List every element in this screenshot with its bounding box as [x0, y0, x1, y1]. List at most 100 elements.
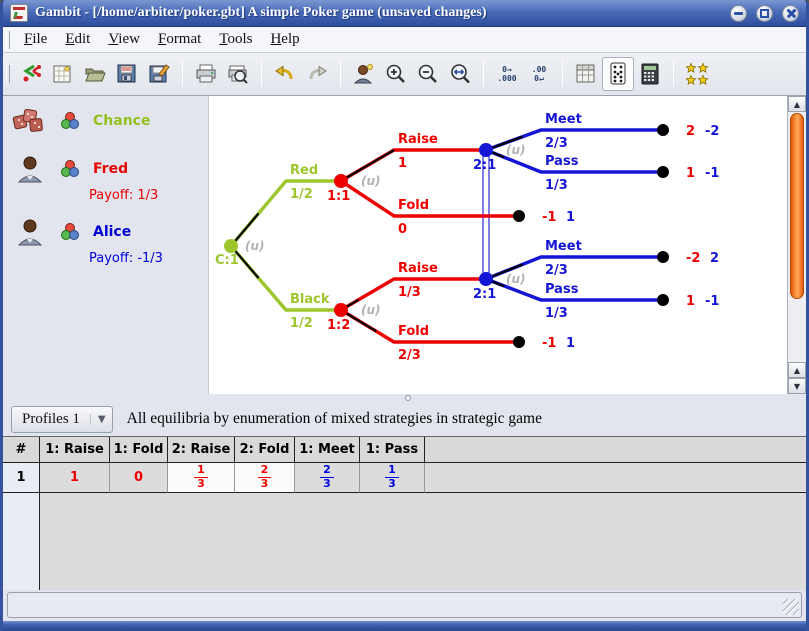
- zoom-in-icon: [384, 62, 408, 86]
- branch-meet2-label: Meet: [545, 239, 582, 254]
- menu-tools[interactable]: Tools: [210, 29, 261, 50]
- fred-node-2[interactable]: [334, 303, 348, 317]
- branch-pass2-label: Pass: [545, 282, 579, 297]
- header-num: #: [3, 437, 40, 463]
- alice-node-2[interactable]: [479, 272, 493, 286]
- alice-node-2-label[interactable]: 2:1: [473, 287, 496, 302]
- payoff-meet1-fred: 2: [686, 124, 695, 139]
- menu-edit[interactable]: Edit: [56, 29, 99, 50]
- gambit-app-icon[interactable]: [10, 4, 28, 22]
- print-preview-icon: [226, 62, 250, 86]
- terminal-nodes[interactable]: [513, 124, 669, 348]
- gambit-window: Gambit - [/home/arbiter/poker.gbt] A sim…: [0, 0, 809, 631]
- fred-node-2-label[interactable]: 1:2: [327, 318, 350, 333]
- add-player-button[interactable]: [349, 58, 379, 90]
- redo-button[interactable]: [302, 58, 332, 90]
- print-preview-button[interactable]: [223, 58, 253, 90]
- player-colors-icon: [59, 110, 81, 132]
- payoff-fold1-alice: 1: [566, 210, 575, 225]
- equilibria-button[interactable]: [682, 58, 712, 90]
- splitter-grip-icon: [405, 395, 411, 401]
- save-as-button[interactable]: [144, 58, 174, 90]
- player-row-alice[interactable]: Alice: [11, 217, 208, 247]
- alice-node-1-label[interactable]: 2:1: [473, 158, 496, 173]
- close-button[interactable]: [782, 5, 799, 22]
- menubar-grip[interactable]: [6, 31, 10, 49]
- decrease-decimals-button[interactable]: .000↵: [524, 58, 554, 90]
- minimize-button[interactable]: [730, 5, 747, 22]
- open-folder-icon: [83, 62, 107, 86]
- branch-fold2-label: Fold: [398, 324, 429, 339]
- fred-person-icon: [11, 154, 47, 184]
- panel-splitter[interactable]: [3, 394, 806, 402]
- menu-view[interactable]: View: [99, 29, 149, 50]
- player-row-fred[interactable]: Fred: [11, 154, 208, 184]
- cell-1-meet[interactable]: 23: [295, 463, 360, 493]
- toolbar-separator: [261, 61, 262, 87]
- zoom-fit-button[interactable]: [445, 58, 475, 90]
- branch-fold1-prob: 0: [398, 222, 407, 237]
- extensive-view-button[interactable]: [603, 58, 633, 90]
- new-table-icon: [51, 62, 75, 86]
- header-1-pass: 1: Pass: [360, 437, 425, 463]
- decrease-decimals-icon: .000↵: [532, 65, 546, 83]
- print-button[interactable]: [191, 58, 221, 90]
- menu-file[interactable]: File: [15, 29, 56, 50]
- player-row-chance[interactable]: Chance: [11, 106, 208, 136]
- save-button[interactable]: [112, 58, 142, 90]
- branch-red-label: Red: [290, 163, 318, 178]
- compute-button[interactable]: [635, 58, 665, 90]
- player-colors-icon: [59, 221, 81, 243]
- toolbar-grip[interactable]: [6, 65, 10, 83]
- profiles-table: # 1: Raise 1: Fold 2: Raise 2: Fold 1: M…: [3, 436, 806, 590]
- undo-button[interactable]: [270, 58, 300, 90]
- payoff-pass2-alice: -1: [705, 294, 719, 309]
- increase-decimals-button[interactable]: 0→.000: [492, 58, 522, 90]
- player-name-alice: Alice: [93, 224, 131, 240]
- titlebar[interactable]: Gambit - [/home/arbiter/poker.gbt] A sim…: [3, 0, 806, 27]
- undo-icon: [273, 62, 297, 86]
- strategic-view-button[interactable]: [571, 58, 601, 90]
- alice-person-icon: [11, 217, 47, 247]
- zoom-in-button[interactable]: [381, 58, 411, 90]
- header-1-fold: 1: Fold: [110, 437, 168, 463]
- branch-black-label: Black: [290, 292, 330, 307]
- infoset-marker: (u): [245, 239, 265, 253]
- header-1-meet: 1: Meet: [295, 437, 360, 463]
- alice-node-1[interactable]: [479, 143, 493, 157]
- infoset-marker: (u): [361, 174, 381, 188]
- maximize-button[interactable]: [756, 5, 773, 22]
- cell-1-fold[interactable]: 0: [110, 463, 168, 493]
- chevron-down-icon: ▼: [90, 414, 106, 425]
- row-number-cell[interactable]: 1: [3, 463, 40, 493]
- cell-1-pass[interactable]: 13: [360, 463, 425, 493]
- chance-node[interactable]: [224, 239, 238, 253]
- maximize-icon: [760, 9, 769, 18]
- increase-decimals-icon: 0→.000: [497, 65, 516, 83]
- alice-payoff: Payoff: -1/3: [89, 251, 208, 266]
- infoset-marker: (u): [506, 143, 526, 157]
- payoff-meet2-alice: 2: [710, 251, 719, 266]
- profiles-selector-label: Profiles 1: [22, 411, 80, 428]
- resize-grip[interactable]: [783, 599, 799, 615]
- fred-node-1[interactable]: [334, 174, 348, 188]
- gambit-tree-button[interactable]: [16, 58, 46, 90]
- chance-node-label[interactable]: C:1: [215, 253, 239, 268]
- branch-raise1-label: Raise: [398, 132, 438, 147]
- table-row: 1 1 0 13 23 23 13: [3, 463, 806, 493]
- profiles-selector[interactable]: Profiles 1 ▼: [11, 406, 113, 433]
- open-button[interactable]: [80, 58, 110, 90]
- zoom-out-button[interactable]: [413, 58, 443, 90]
- window-bottom-border: [3, 621, 806, 631]
- game-tree-canvas[interactable]: C:1 (u) 1:1 (u) 1:2 (u) 2:1 (u) 2:1 (u) …: [208, 96, 787, 394]
- cell-1-raise[interactable]: 1: [40, 463, 110, 493]
- fred-node-1-label[interactable]: 1:1: [327, 189, 350, 204]
- new-game-button[interactable]: [48, 58, 78, 90]
- cell-2-raise[interactable]: 13: [168, 463, 235, 493]
- player-name-chance: Chance: [93, 113, 150, 129]
- branch-red-prob: 1/2: [290, 187, 313, 202]
- menu-help[interactable]: Help: [261, 29, 308, 50]
- cell-2-fold[interactable]: 23: [235, 463, 295, 493]
- menu-format[interactable]: Format: [149, 29, 210, 50]
- row-header-strip: [3, 493, 40, 590]
